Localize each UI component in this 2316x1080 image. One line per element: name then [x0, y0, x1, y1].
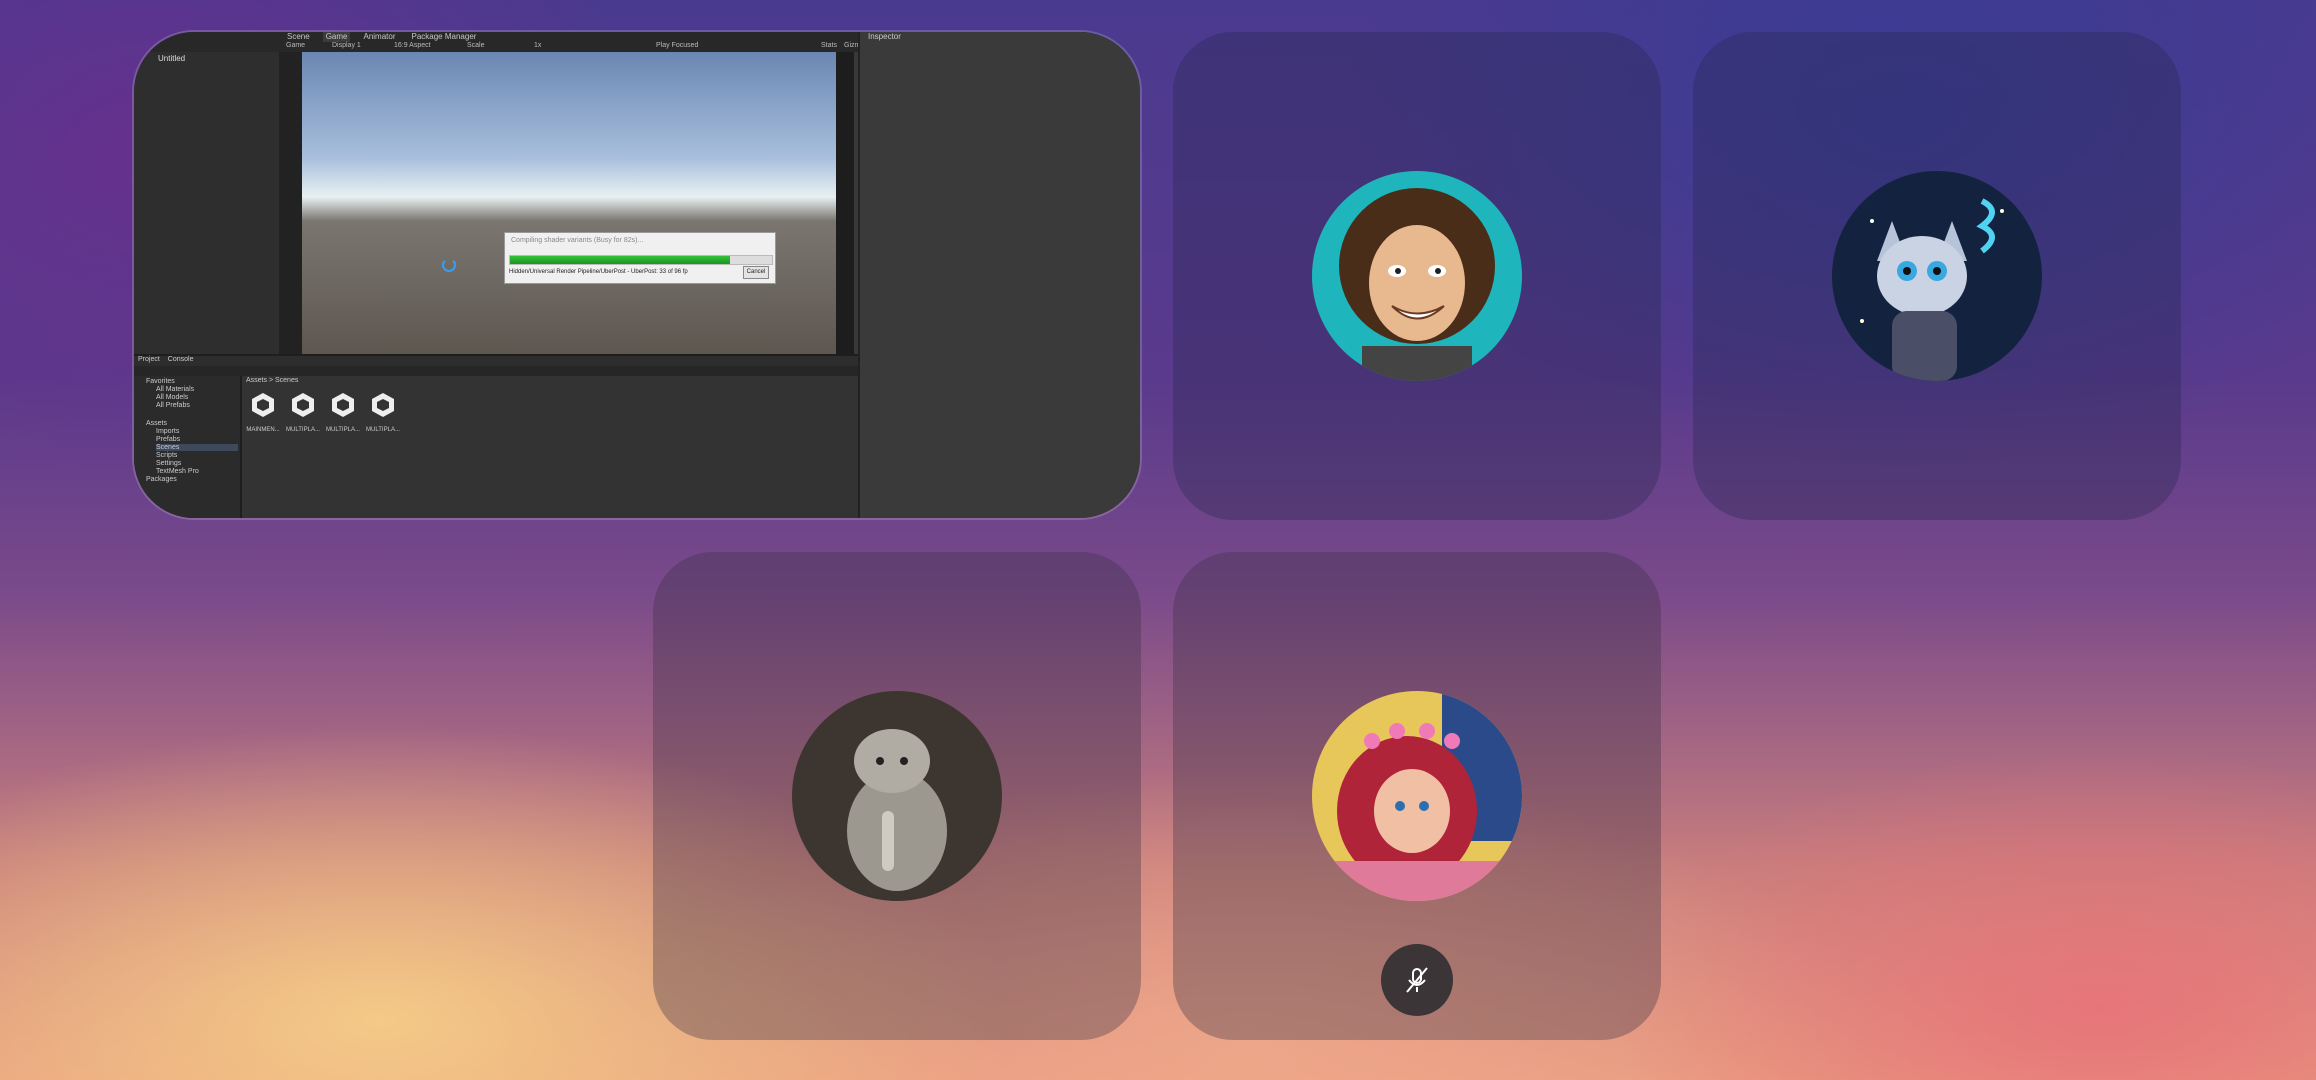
asset-label: MULTIPLA... [286, 427, 320, 433]
participant-tile[interactable] [1173, 552, 1661, 1040]
tree-packages[interactable]: Packages [146, 476, 177, 483]
stats-toggle[interactable]: Stats [821, 42, 837, 49]
asset-label: MAINMEN... [246, 427, 280, 433]
tree-item[interactable]: All Materials [156, 386, 194, 393]
mic-muted-indicator [1381, 944, 1453, 1016]
unity-scene-icon [252, 393, 274, 417]
tree-item[interactable]: Settings [156, 460, 181, 467]
breadcrumb: Assets > Scenes [246, 377, 299, 384]
project-tree: Favorites All Materials All Models All P… [134, 376, 242, 518]
tab-game[interactable]: Game [322, 32, 351, 42]
tab-console[interactable]: Console [168, 356, 194, 366]
compile-progress-dialog: Compiling shader variants (Busy for 82s)… [504, 232, 776, 284]
cat-wizard-avatar [1832, 171, 2042, 381]
scene-asset[interactable]: MULTIPLA... [286, 392, 320, 433]
asset-grid: Assets > Scenes MAINMEN... MULTIPLA... M… [242, 376, 858, 518]
scale-value: 1x [534, 42, 542, 49]
scene-asset[interactable]: MULTIPLA... [326, 392, 360, 433]
participant-tile[interactable] [1693, 32, 2181, 520]
tab-scene[interactable]: Scene [284, 32, 313, 42]
screen-share-tile[interactable]: Scene Game Animator Package Manager Game… [134, 32, 1140, 518]
kitten-avatar [792, 691, 1002, 901]
scene-left-gutter [279, 52, 302, 354]
progress-bar [509, 255, 773, 265]
tab-project[interactable]: Project [138, 356, 160, 366]
unity-view-tabs: Scene Game Animator Package Manager [284, 32, 479, 42]
tree-item[interactable]: TextMesh Pro [156, 468, 199, 475]
dialog-info: Hidden/Universal Render Pipeline/UberPos… [509, 269, 688, 275]
participant-tile[interactable] [1173, 32, 1661, 520]
participant-tile[interactable] [653, 552, 1141, 1040]
dialog-title: Compiling shader variants (Busy for 82s)… [511, 237, 644, 244]
project-toolbar [134, 366, 858, 376]
curly-hair-man-avatar [1312, 171, 1522, 381]
scale-label: Scale [467, 42, 485, 49]
cancel-button[interactable]: Cancel [743, 266, 769, 279]
unity-scene-icon [372, 393, 394, 417]
unity-scene-icon [292, 393, 314, 417]
tree-item[interactable]: Imports [156, 428, 179, 435]
tree-assets[interactable]: Assets [146, 420, 167, 427]
hierarchy-panel: Untitled [134, 52, 281, 354]
display-select[interactable]: Display 1 [332, 42, 361, 49]
tree-item[interactable]: Prefabs [156, 436, 180, 443]
tree-favorites[interactable]: Favorites [146, 378, 175, 385]
game-mode-select[interactable]: Game [286, 42, 305, 49]
scene-asset[interactable]: MAINMEN... [246, 392, 280, 433]
unity-scene-icon [332, 393, 354, 417]
tree-item[interactable]: Scripts [156, 452, 177, 459]
project-panel: Project Console Favorites All Materials … [134, 354, 858, 518]
progress-bar-fill [510, 256, 731, 264]
scene-asset[interactable]: MULTIPLA... [366, 392, 400, 433]
scene-right-gutter [836, 52, 854, 354]
mic-off-icon [1406, 967, 1428, 993]
asset-label: MULTIPLA... [326, 427, 360, 433]
aspect-select[interactable]: 16:9 Aspect [394, 42, 431, 49]
loading-spinner-icon [442, 258, 456, 272]
tree-item-selected[interactable]: Scenes [156, 444, 238, 451]
ariel-avatar [1312, 691, 1522, 901]
play-focused-select[interactable]: Play Focused [656, 42, 698, 49]
hierarchy-item-untitled[interactable]: Untitled [158, 54, 185, 63]
asset-label: MULTIPLA... [366, 427, 400, 433]
inspector-panel: Inspector [858, 32, 1140, 518]
tab-animator[interactable]: Animator [360, 32, 398, 42]
tab-package-manager[interactable]: Package Manager [409, 32, 480, 42]
tree-item[interactable]: All Models [156, 394, 188, 401]
game-view [302, 52, 836, 354]
tree-item[interactable]: All Prefabs [156, 402, 190, 409]
inspector-title: Inspector [868, 32, 901, 41]
bottom-tabs: Project Console [134, 356, 193, 366]
